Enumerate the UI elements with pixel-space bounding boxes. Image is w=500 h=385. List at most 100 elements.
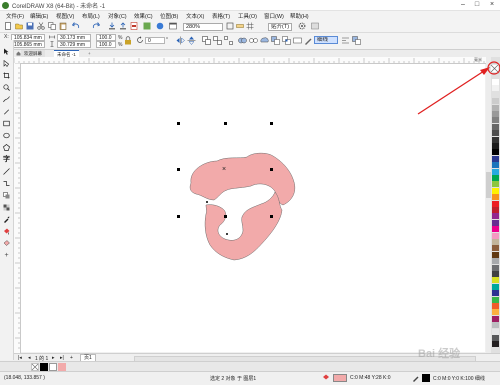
palette-swatch[interactable] xyxy=(492,155,499,162)
group-icon[interactable] xyxy=(202,36,211,45)
break-apart-icon[interactable] xyxy=(249,36,258,45)
palette-swatch[interactable] xyxy=(492,181,499,188)
scale-y-field[interactable]: 100.0 xyxy=(96,41,116,48)
simplify-icon[interactable] xyxy=(293,36,302,45)
tab-add-icon[interactable]: + xyxy=(85,50,94,57)
fill-color-swatch[interactable] xyxy=(333,374,347,382)
menu-bitmaps[interactable]: 位图(B) xyxy=(160,12,178,20)
pink-shape-lower[interactable] xyxy=(204,191,283,261)
transparency-tool-icon[interactable] xyxy=(3,204,10,211)
new-document-icon[interactable] xyxy=(4,22,12,30)
palette-swatch[interactable] xyxy=(492,123,499,130)
add-tool-icon[interactable]: + xyxy=(3,252,10,259)
options-gear-icon[interactable] xyxy=(298,22,306,30)
eyedropper-icon[interactable] xyxy=(3,216,10,223)
palette-swatch[interactable] xyxy=(492,194,499,201)
interactive-fill-icon[interactable] xyxy=(3,228,10,235)
tab-document[interactable]: 未命名 -1 xyxy=(54,50,79,57)
weld-icon[interactable] xyxy=(260,36,269,45)
redo-icon[interactable] xyxy=(92,22,100,30)
intersect-icon[interactable] xyxy=(282,36,291,45)
palette-swatch[interactable] xyxy=(492,175,499,181)
to-front-icon[interactable] xyxy=(352,36,361,45)
palette-swatch[interactable] xyxy=(492,136,499,143)
y-position-field[interactable]: 105.865 mm xyxy=(11,41,45,48)
menu-tools[interactable]: 工具(O) xyxy=(238,12,257,20)
close-icon[interactable]: × xyxy=(485,1,499,9)
minimize-icon[interactable]: – xyxy=(456,1,470,9)
publish-pdf-icon[interactable] xyxy=(130,22,138,30)
palette-swatch[interactable] xyxy=(492,251,499,258)
application-launcher-icon[interactable] xyxy=(311,22,319,30)
doc-swatch-pink[interactable] xyxy=(58,363,66,371)
selection-handle-top-middle[interactable] xyxy=(224,122,227,125)
export-icon[interactable] xyxy=(119,22,127,30)
palette-swatch[interactable] xyxy=(492,322,499,329)
scale-x-field[interactable]: 100.0 xyxy=(96,34,116,41)
menu-effects[interactable]: 效果(C) xyxy=(134,12,153,20)
menu-view[interactable]: 视图(V) xyxy=(56,12,74,20)
copy-icon[interactable] xyxy=(48,22,56,30)
ruler-toggle-icon[interactable] xyxy=(236,22,244,30)
save-icon[interactable] xyxy=(26,22,34,30)
palette-swatch[interactable] xyxy=(492,303,499,309)
palette-swatch[interactable] xyxy=(492,296,499,303)
palette-swatch[interactable] xyxy=(492,245,499,252)
width-field[interactable]: 30.173 mm xyxy=(57,34,91,41)
palette-swatch[interactable] xyxy=(492,130,499,137)
connector-tool-icon[interactable] xyxy=(3,180,10,187)
selection-handle-top-right[interactable] xyxy=(270,122,273,125)
outline-color-swatch[interactable] xyxy=(422,374,430,382)
smart-fill-icon[interactable] xyxy=(3,240,10,247)
crop-tool-icon[interactable] xyxy=(3,72,10,79)
menu-layout[interactable]: 布局(L) xyxy=(82,12,100,20)
combine-icon[interactable] xyxy=(238,36,247,45)
ungroup-all-icon[interactable] xyxy=(224,36,233,45)
menu-edit[interactable]: 编辑(E) xyxy=(30,12,48,20)
rotation-angle-field[interactable]: 0 xyxy=(145,37,165,44)
doc-swatch-white[interactable] xyxy=(49,363,57,371)
cut-icon[interactable] xyxy=(37,22,45,30)
selection-handle-middle-left[interactable] xyxy=(177,168,180,171)
mirror-vertical-icon[interactable] xyxy=(187,36,196,45)
palette-swatch[interactable] xyxy=(492,264,499,271)
menu-text[interactable]: 文本(X) xyxy=(186,12,204,20)
import-icon[interactable] xyxy=(108,22,116,30)
ellipse-tool-icon[interactable] xyxy=(3,132,10,139)
palette-swatch[interactable] xyxy=(492,239,499,245)
menu-table[interactable]: 表格(T) xyxy=(212,12,230,20)
shape-tool-icon[interactable] xyxy=(3,60,10,67)
snap-to-dropdown[interactable]: 贴齐(T) xyxy=(268,23,292,31)
palette-swatch[interactable] xyxy=(492,219,499,226)
ungroup-icon[interactable] xyxy=(213,36,222,45)
zoom-tool-icon[interactable] xyxy=(3,84,10,91)
selection-handle-bottom-middle[interactable] xyxy=(224,215,227,218)
rectangle-tool-icon[interactable] xyxy=(3,120,10,127)
selection-handle-top-left[interactable] xyxy=(177,122,180,125)
palette-swatch[interactable] xyxy=(492,207,499,213)
zoom-level-select[interactable]: 280% xyxy=(183,23,223,31)
height-field[interactable]: 30.729 mm xyxy=(57,41,91,48)
palette-swatch[interactable] xyxy=(492,335,499,341)
app-launcher-icon[interactable] xyxy=(143,22,151,30)
corel-connect-icon[interactable] xyxy=(156,22,164,30)
selection-handle-bottom-right[interactable] xyxy=(270,215,273,218)
trim-icon[interactable] xyxy=(271,36,280,45)
text-tool-icon[interactable]: 字 xyxy=(3,156,10,163)
palette-swatch[interactable] xyxy=(492,149,499,156)
menu-help[interactable]: 帮助(H) xyxy=(290,12,309,20)
pick-tool-icon[interactable] xyxy=(3,48,10,55)
palette-swatch[interactable] xyxy=(492,200,499,207)
tab-welcome-screen[interactable]: 欢迎屏幕 xyxy=(21,50,45,57)
palette-swatch[interactable] xyxy=(492,271,499,277)
doc-no-color-swatch[interactable] xyxy=(31,363,39,371)
drop-shadow-icon[interactable] xyxy=(3,192,10,199)
lock-ratio-icon[interactable] xyxy=(124,36,132,45)
palette-swatch[interactable] xyxy=(492,258,499,265)
palette-swatch[interactable] xyxy=(492,143,499,149)
selection-handle-bottom-left[interactable] xyxy=(177,215,180,218)
menu-file[interactable]: 文件(F) xyxy=(6,12,24,20)
palette-swatch[interactable] xyxy=(492,328,499,335)
palette-swatch[interactable] xyxy=(492,290,499,297)
palette-swatch[interactable] xyxy=(492,162,499,169)
